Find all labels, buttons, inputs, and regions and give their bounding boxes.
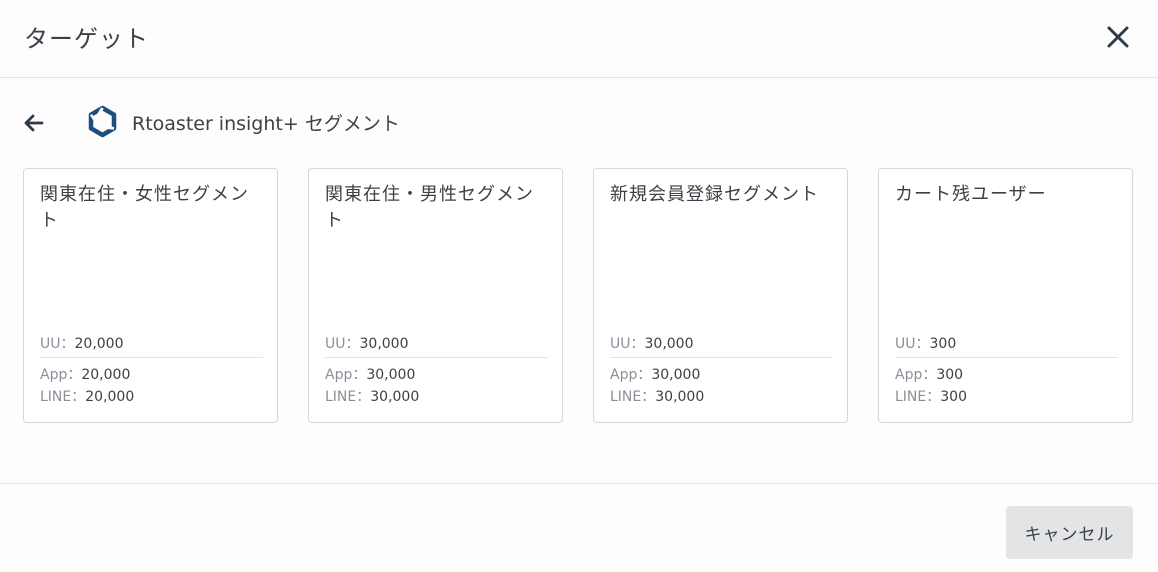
line-count: LINE：30,000: [610, 389, 705, 405]
segment-title: 新規会員登録セグメント: [610, 184, 819, 205]
segment-card[interactable]: カート残ユーザー UU：300 App：300 LINE：300: [878, 168, 1133, 423]
dialog-header: ターゲット: [0, 0, 1158, 78]
segment-card-list: 関東在住・女性セグメント UU：20,000 App：20,000 LINE：2…: [23, 168, 1135, 424]
app-count: App：300: [895, 367, 964, 383]
back-button[interactable]: [21, 110, 47, 136]
card-divider: [40, 357, 263, 358]
uu-count: UU：20,000: [40, 336, 124, 352]
segment-card[interactable]: 新規会員登録セグメント UU：30,000 App：30,000 LINE：30…: [593, 168, 848, 423]
close-icon: [1107, 26, 1129, 48]
app-count: App：30,000: [610, 367, 701, 383]
uu-count: UU：30,000: [610, 336, 694, 352]
segment-title: 関東在住・男性セグメント: [325, 184, 534, 231]
rtoaster-logo-icon: [86, 105, 119, 138]
close-button[interactable]: [1103, 22, 1133, 52]
card-divider: [895, 357, 1118, 358]
uu-count: UU：300: [895, 336, 957, 352]
line-count: LINE：20,000: [40, 389, 135, 405]
line-count: LINE：30,000: [325, 389, 420, 405]
card-divider: [610, 357, 833, 358]
target-dialog: ターゲット Rtoaster insight+ セグメント 関東在住・女性セグメ…: [0, 0, 1158, 572]
segment-card[interactable]: 関東在住・女性セグメント UU：20,000 App：20,000 LINE：2…: [23, 168, 278, 423]
breadcrumb-label: Rtoaster insight+ セグメント: [132, 113, 400, 135]
segment-card[interactable]: 関東在住・男性セグメント UU：30,000 App：30,000 LINE：3…: [308, 168, 563, 423]
breadcrumb: Rtoaster insight+ セグメント: [0, 100, 1158, 144]
dialog-title: ターゲット: [24, 25, 149, 53]
cancel-button[interactable]: キャンセル: [1006, 506, 1133, 559]
line-count: LINE：300: [895, 389, 967, 405]
segment-title: カート残ユーザー: [895, 184, 1047, 205]
card-divider: [325, 357, 548, 358]
arrow-left-icon: [24, 114, 44, 132]
segment-title: 関東在住・女性セグメント: [40, 184, 249, 231]
app-count: App：30,000: [325, 367, 416, 383]
app-count: App：20,000: [40, 367, 131, 383]
uu-count: UU：30,000: [325, 336, 409, 352]
dialog-footer: キャンセル: [0, 483, 1158, 572]
